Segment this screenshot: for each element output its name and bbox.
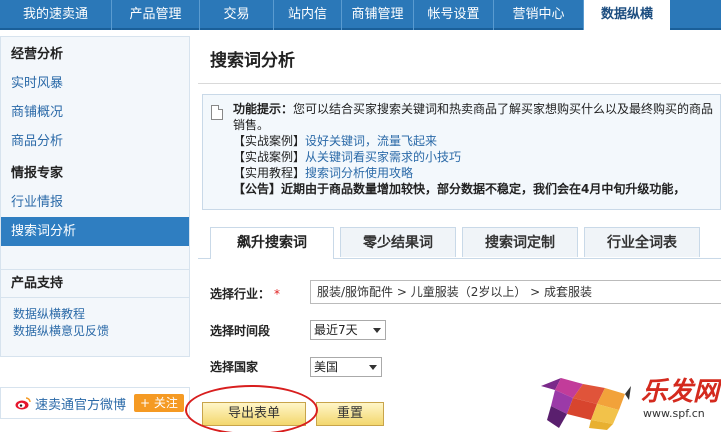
nav-tab-products[interactable]: 产品管理: [112, 0, 200, 30]
nav-tab-account[interactable]: 帐号设置: [414, 0, 494, 30]
country-label: 选择国家: [210, 360, 259, 374]
sidebar-section-analysis: 经营分析 实时风暴 商铺概况 商品分析 情报专家 行业情报 搜索词分析: [0, 36, 190, 290]
title-divider: [198, 83, 721, 84]
country-value: 美国: [314, 360, 339, 374]
required-mark: *: [274, 287, 281, 301]
bull-logo-icon: [541, 378, 631, 430]
watermark: 乐发网 www.spf.cn: [533, 368, 721, 432]
tab-industry-terms[interactable]: 行业全词表: [584, 227, 700, 257]
sidebar: 经营分析 实时风暴 商铺概况 商品分析 情报专家 行业情报 搜索词分析 产品支持…: [0, 32, 190, 432]
sidebar-item-industry-intel[interactable]: 行业情报: [1, 188, 189, 217]
weibo-icon: [15, 397, 31, 410]
sidebar-heading-business: 经营分析: [11, 47, 64, 62]
app-root: 我的速卖通 产品管理 交易 站内信 商铺管理 帐号设置 营销中心 数据纵横 经营…: [0, 0, 721, 432]
watermark-url: www.spf.cn: [643, 407, 705, 420]
subtabs: 飙升搜索词 零少结果词 搜索词定制 行业全词表: [210, 227, 706, 259]
sidebar-item-realtime[interactable]: 实时风暴: [1, 69, 189, 98]
country-select[interactable]: 美国: [310, 357, 382, 377]
tab-custom-terms[interactable]: 搜索词定制: [462, 227, 578, 257]
announce-prefix: 【公告】: [233, 182, 282, 196]
tab-rising-terms[interactable]: 飙升搜索词: [210, 227, 334, 259]
chevron-down-icon: [369, 365, 377, 370]
nav-tab-marketing[interactable]: 营销中心: [494, 0, 584, 30]
sidebar-item-store-overview[interactable]: 商铺概况: [1, 98, 189, 127]
sidebar-section-support: 产品支持 数据纵横教程 数据纵横意见反馈: [0, 269, 190, 357]
notice-label: 功能提示：: [233, 102, 294, 116]
industry-selector[interactable]: 服装/服饰配件 > 儿童服装（2岁以上） > 成套服装: [310, 280, 721, 304]
case1-link[interactable]: 设好关键词，流量飞起来: [305, 134, 437, 148]
weibo-bar: 速卖通官方微博 + 关注: [0, 387, 190, 419]
notice-text-cont: 销售。: [233, 118, 270, 132]
sidebar-item-search-terms[interactable]: 搜索词分析: [1, 217, 189, 246]
period-select[interactable]: 最近7天: [310, 320, 386, 340]
case2-prefix: 【实战案例】: [233, 150, 306, 164]
tutorial-link[interactable]: 搜索词分析使用攻略: [305, 166, 413, 180]
industry-label: 选择行业：: [210, 287, 271, 301]
support-link-tutorial[interactable]: 数据纵横教程: [1, 306, 189, 323]
document-icon: [211, 105, 223, 120]
tutorial-prefix: 【实用教程】: [233, 166, 306, 180]
sidebar-heading-support: 产品支持: [1, 270, 189, 298]
announce-text: 近期由于商品数量增加较快，部分数据不稳定，我们会在4月中旬升级功能，: [281, 182, 686, 196]
notice-body: 功能提示：您可以结合买家搜索关键词和热卖商品了解买家想购买什么以及最终购买的商品…: [233, 101, 721, 197]
notice-text: 您可以结合买家搜索关键词和热卖商品了解买家想购买什么以及最终购买的商品: [293, 102, 714, 116]
nav-tab-data[interactable]: 数据纵横: [584, 0, 670, 32]
page-title: 搜索词分析: [210, 51, 295, 71]
reset-button[interactable]: 重置: [316, 402, 384, 426]
nav-tab-trade[interactable]: 交易: [200, 0, 274, 30]
watermark-brand: 乐发网: [641, 377, 720, 407]
nav-tab-messages[interactable]: 站内信: [274, 0, 342, 30]
highlight-circle: [185, 385, 318, 432]
period-value: 最近7天: [314, 323, 358, 337]
case1-prefix: 【实战案例】: [233, 134, 306, 148]
sidebar-item-product-analysis[interactable]: 商品分析: [1, 127, 189, 156]
follow-button[interactable]: + 关注: [134, 394, 184, 412]
chevron-down-icon: [373, 328, 381, 333]
tab-zero-result-terms[interactable]: 零少结果词: [340, 227, 456, 257]
period-label: 选择时间段: [210, 324, 271, 338]
sidebar-heading-intel: 情报专家: [11, 166, 64, 181]
nav-tab-my-aliexpress[interactable]: 我的速卖通: [0, 0, 112, 30]
top-nav: 我的速卖通 产品管理 交易 站内信 商铺管理 帐号设置 营销中心 数据纵横: [0, 0, 721, 32]
weibo-link[interactable]: 速卖通官方微博: [35, 394, 126, 413]
support-link-feedback[interactable]: 数据纵横意见反馈: [1, 323, 189, 340]
industry-label-row: 选择行业： *: [210, 285, 280, 302]
case2-link[interactable]: 从关键词看买家需求的小技巧: [305, 150, 461, 164]
notice-box: 功能提示：您可以结合买家搜索关键词和热卖商品了解买家想购买什么以及最终购买的商品…: [202, 94, 721, 210]
nav-tab-store[interactable]: 商铺管理: [342, 0, 414, 30]
